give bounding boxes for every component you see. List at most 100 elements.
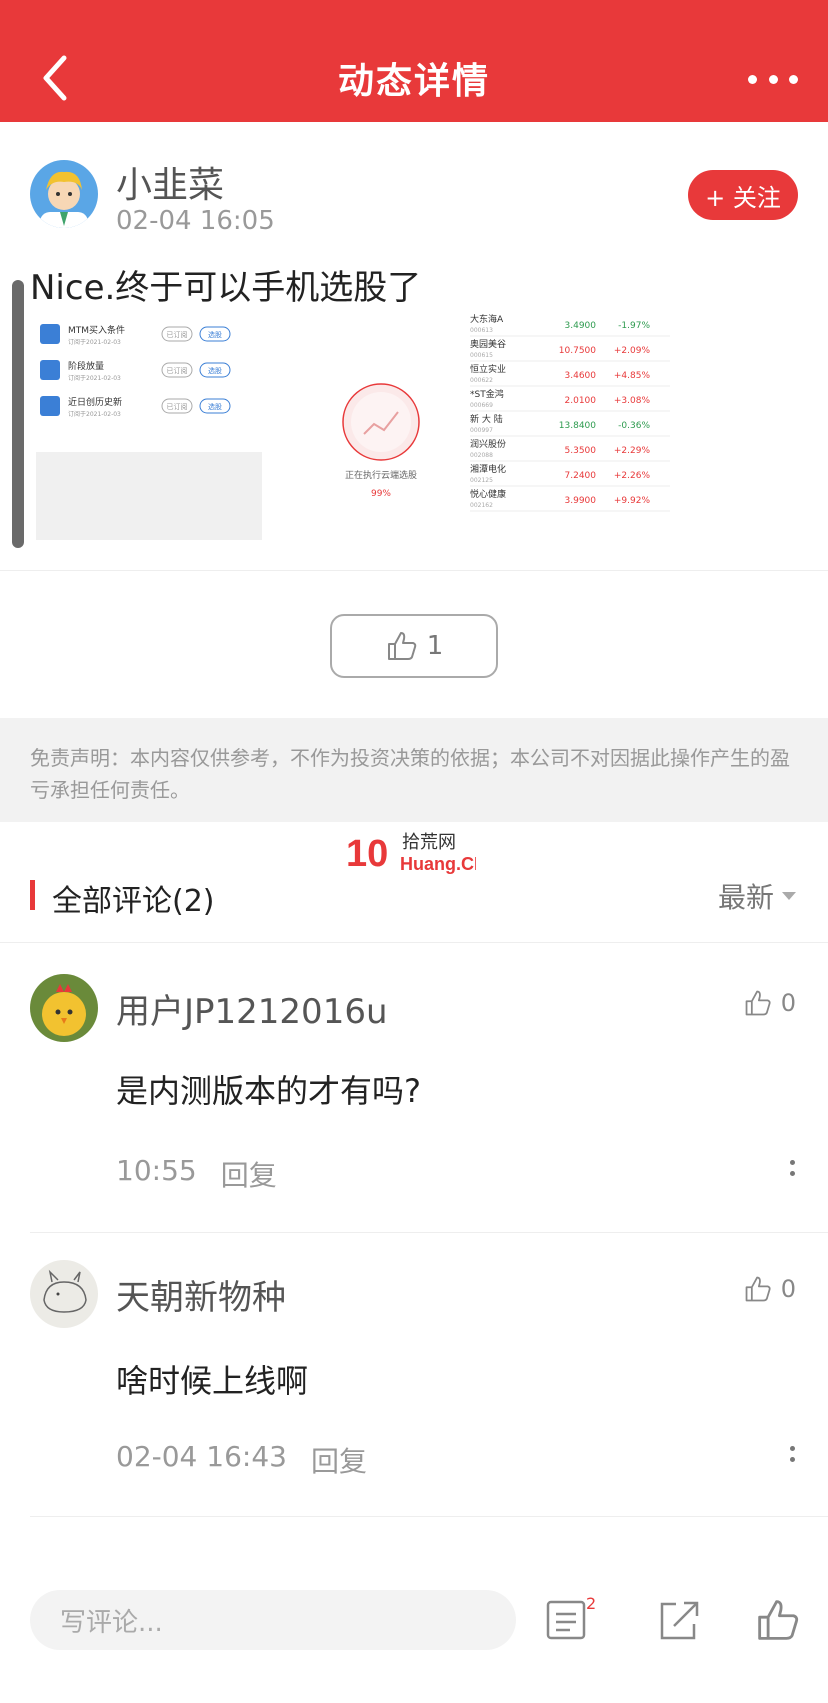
post-image-content: MTM买入条件订阅于2021-02-03已订阅 选股阶段放量订阅于2021-02-… [36, 313, 670, 540]
stock-code: 000669 [470, 402, 493, 409]
stock-name: 新 大 陆 [470, 413, 503, 425]
post-time: 02-04 16:05 [116, 206, 275, 236]
stock-code: 002125 [470, 477, 493, 484]
post-author-block: 小韭菜 02-04 16:05 + 关注 [0, 122, 828, 262]
svg-text:正在执行云端选股: 正在执行云端选股 [345, 469, 417, 481]
stock-price: 3.4900 [565, 321, 597, 331]
strategy-name: 阶段放量 [68, 360, 104, 372]
stock-price: 5.3500 [565, 446, 597, 456]
post-like-button[interactable]: 1 [330, 614, 498, 678]
subscribed-label: 已订阅 [167, 402, 188, 411]
stock-name: 润兴股份 [470, 438, 506, 450]
stock-code: 000613 [470, 327, 493, 334]
stock-name: 恒立实业 [470, 363, 506, 375]
divider [0, 570, 828, 571]
strategy-sub: 订阅于2021-02-03 [68, 374, 121, 382]
comment-count-badge: 2 [586, 1594, 597, 1613]
strategy-icon [40, 360, 60, 380]
stock-name: 奥园美谷 [470, 338, 506, 350]
stock-code: 000615 [470, 352, 493, 359]
select-label: 选股 [208, 366, 222, 375]
stock-change: +3.08% [614, 396, 651, 406]
bottom-action-bar: 写评论... 2 [0, 1566, 828, 1703]
comment-list-icon[interactable] [544, 1596, 592, 1644]
section-accent-bar [30, 880, 35, 910]
subscribed-label: 已订阅 [167, 330, 188, 339]
comment-meta: 02-04 16:43 回复 [116, 1440, 367, 1480]
strategy-name: MTM买入条件 [68, 324, 125, 336]
stock-change: -1.97% [618, 321, 650, 331]
comment-input[interactable]: 写评论... [30, 1590, 516, 1650]
stock-change: +4.85% [614, 371, 651, 381]
disclaimer: 免责声明：本内容仅供参考，不作为投资决策的依据；本公司不对因据此操作产生的盈亏承… [0, 718, 828, 822]
top-nav-bar: 动态详情 [0, 0, 828, 122]
strategy-sub: 订阅于2021-02-03 [68, 410, 121, 418]
sort-dropdown[interactable]: 最新 [718, 876, 796, 916]
scrollbar[interactable] [12, 280, 24, 548]
comment-like-button[interactable]: 0 [743, 988, 796, 1018]
author-avatar[interactable] [30, 160, 98, 228]
comments-title: 全部评论(2) [52, 884, 215, 919]
stock-change: +2.09% [614, 346, 651, 356]
share-icon[interactable] [654, 1596, 702, 1644]
follow-button[interactable]: + 关注 [688, 170, 798, 220]
stock-name: 悦心健康 [470, 488, 506, 500]
comment-time: 10:55 [116, 1154, 197, 1187]
stock-price: 7.2400 [565, 471, 597, 481]
comment-item: 天朝新物种 0 啥时候上线啊 02-04 16:43 回复 [0, 1260, 828, 1500]
stock-code: 000997 [470, 427, 493, 434]
commenter-avatar[interactable] [30, 1260, 98, 1328]
reply-button[interactable]: 回复 [311, 1440, 367, 1480]
stock-price: 2.0100 [565, 396, 597, 406]
svg-text:拾荒网: 拾荒网 [402, 832, 456, 853]
post-text: Nice.终于可以手机选股了 [30, 268, 422, 308]
stock-change: +2.26% [614, 471, 651, 481]
strategy-icon [40, 324, 60, 344]
comment-more-icon[interactable] [790, 1446, 796, 1462]
strategy-icon [40, 396, 60, 416]
stock-price: 10.7500 [559, 346, 596, 356]
comment-time: 02-04 16:43 [116, 1440, 287, 1473]
more-icon[interactable] [748, 64, 798, 94]
comment-text: 是内测版本的才有吗? [116, 1072, 421, 1110]
stock-name: 湘潭电化 [470, 463, 506, 475]
select-label: 选股 [208, 330, 222, 339]
thumb-up-icon [745, 990, 771, 1016]
comment-text: 啥时候上线啊 [116, 1362, 309, 1400]
post-like-count: 1 [426, 631, 444, 661]
author-name[interactable]: 小韭菜 [116, 156, 224, 208]
stock-change: -0.36% [618, 421, 650, 431]
stock-name: *ST金鸿 [470, 388, 504, 400]
select-label: 选股 [208, 402, 222, 411]
comment-more-icon[interactable] [790, 1160, 796, 1176]
stock-price: 3.4600 [565, 371, 597, 381]
stock-price: 3.9900 [565, 496, 597, 506]
thumb-up-icon [387, 632, 416, 660]
post-image[interactable]: MTM买入条件 订阅于2021-02-03 已订阅 选股 阶段放量 订阅于2021-02-… [36, 312, 728, 540]
comment-like-button[interactable]: 0 [743, 1274, 796, 1304]
commenter-avatar[interactable] [30, 974, 98, 1042]
comment-like-count: 0 [780, 1275, 796, 1303]
divider [30, 1516, 828, 1517]
stock-change: +2.29% [614, 446, 651, 456]
commenter-name[interactable]: 用户JP1212016u [116, 984, 388, 1033]
subscribed-label: 已订阅 [167, 366, 188, 375]
thumb-up-icon[interactable] [754, 1596, 802, 1644]
sort-label: 最新 [717, 881, 774, 914]
strategy-name: 近日创历史新 [68, 396, 122, 408]
stock-code: 002088 [470, 452, 493, 459]
strategy-sub: 订阅于2021-02-03 [68, 338, 121, 346]
divider [0, 942, 828, 943]
divider [30, 1232, 828, 1233]
comment-like-count: 0 [780, 989, 796, 1017]
commenter-name[interactable]: 天朝新物种 [116, 1270, 286, 1319]
stock-code: 002162 [470, 502, 493, 509]
chevron-down-icon [782, 892, 796, 900]
comment-meta: 10:55 回复 [116, 1154, 277, 1194]
comment-item: 用户JP1212016u 0 是内测版本的才有吗? 10:55 回复 [0, 974, 828, 1214]
reply-button[interactable]: 回复 [221, 1154, 277, 1194]
stock-code: 000622 [470, 377, 493, 384]
comments-header: 全部评论(2) 最新 [0, 862, 828, 942]
stock-change: +9.92% [614, 496, 651, 506]
svg-text:99%: 99% [371, 489, 391, 499]
